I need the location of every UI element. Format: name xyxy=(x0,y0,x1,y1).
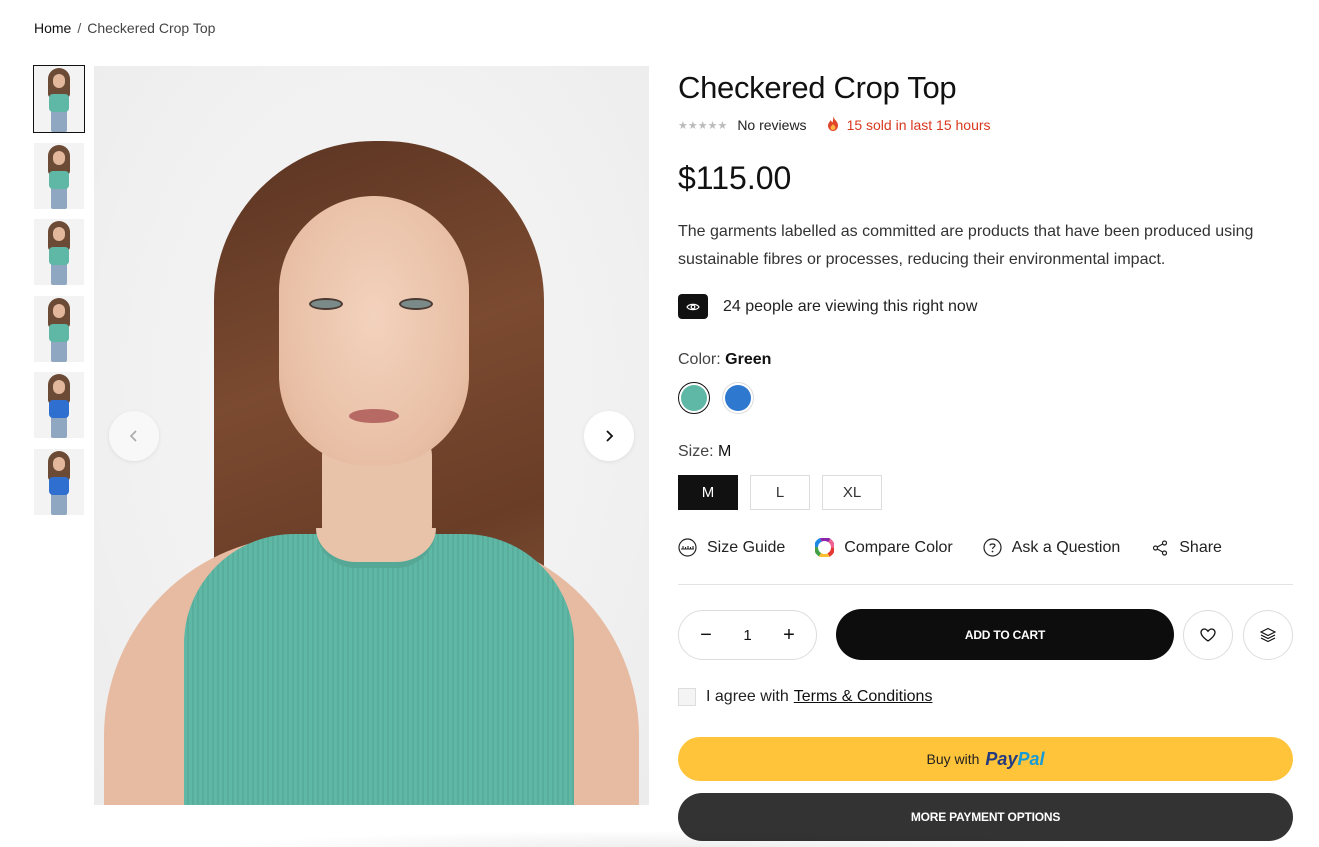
size-option-l[interactable]: L xyxy=(750,475,810,510)
paypal-button[interactable]: Buy with PayPal xyxy=(678,737,1293,781)
color-selected-value: Green xyxy=(725,351,772,368)
size-option-xl[interactable]: XL xyxy=(822,475,882,510)
gallery-next-button[interactable] xyxy=(584,411,634,461)
size-label-row: Size: M xyxy=(678,443,731,461)
plus-icon[interactable]: + xyxy=(780,624,798,647)
compare-color-link[interactable]: Compare Color xyxy=(815,538,953,557)
section-divider xyxy=(678,584,1293,585)
thumbnail-face xyxy=(53,380,65,395)
quantity-value[interactable]: 1 xyxy=(743,627,751,644)
live-viewers: 24 people are viewing this right now xyxy=(678,294,977,319)
compare-color-label: Compare Color xyxy=(844,538,953,556)
thumbnail-face xyxy=(53,303,65,318)
bottom-shadow xyxy=(200,830,1160,847)
thumbnail-top xyxy=(49,170,69,189)
chevron-left-icon xyxy=(129,430,137,442)
share-link[interactable]: Share xyxy=(1150,538,1222,557)
color-swatch-green[interactable] xyxy=(678,382,710,414)
product-description: The garments labelled as committed are p… xyxy=(678,223,1254,268)
color-swatch-dot xyxy=(725,385,751,411)
gallery-thumbnail[interactable] xyxy=(34,219,84,286)
quantity-stepper: − 1 + xyxy=(678,610,817,660)
paypal-logo-pay: Pay xyxy=(985,748,1018,769)
color-swatches xyxy=(678,382,754,414)
ask-question-label: Ask a Question xyxy=(1011,538,1121,556)
size-guide-label: Size Guide xyxy=(707,538,786,556)
breadcrumb-home-link[interactable]: Home xyxy=(34,20,71,36)
terms-link[interactable]: Terms & Conditions xyxy=(794,688,933,706)
terms-checkbox[interactable] xyxy=(678,688,696,706)
color-label: Color: xyxy=(678,351,721,368)
layers-icon xyxy=(1260,627,1276,643)
product-action-links: Size Guide Compare Color Ask a Question xyxy=(678,538,1252,557)
reviews-count[interactable]: No reviews xyxy=(737,117,806,133)
main-product-image xyxy=(94,66,649,805)
paypal-logo: PayPal xyxy=(985,749,1044,770)
thumbnail-face xyxy=(53,150,65,165)
agree-text: I agree with xyxy=(706,688,789,705)
breadcrumb-separator: / xyxy=(77,20,82,36)
minus-icon[interactable]: − xyxy=(697,624,715,647)
live-viewers-text: 24 people are viewing this right now xyxy=(723,297,978,315)
thumbnail-jeans xyxy=(51,186,67,209)
thumbnail-face xyxy=(53,227,65,242)
terms-agreement: I agree with Terms & Conditions xyxy=(678,688,932,706)
paypal-buy-with: Buy with xyxy=(926,751,980,767)
size-label: Size: xyxy=(678,443,714,460)
gallery-thumbnail[interactable] xyxy=(34,142,84,209)
thumbnail-jeans xyxy=(51,339,67,362)
wishlist-button[interactable] xyxy=(1183,610,1233,660)
size-selected-value: M xyxy=(718,443,732,460)
size-option-m[interactable]: M xyxy=(678,475,738,510)
paypal-logo-pal: Pal xyxy=(1017,748,1045,769)
product-price: $115.00 xyxy=(678,160,792,196)
add-to-cart-button[interactable]: ADD TO CART xyxy=(836,609,1174,660)
color-swatch-dot xyxy=(681,385,707,411)
question-circle-icon xyxy=(983,538,1002,557)
image-crop-top xyxy=(184,534,574,805)
ruler-icon xyxy=(678,538,697,557)
image-eye-right xyxy=(399,298,433,310)
share-label: Share xyxy=(1179,538,1222,556)
gallery-thumbnail[interactable] xyxy=(34,448,84,515)
rating-stars[interactable]: ★★★★★ xyxy=(678,119,727,132)
chevron-right-icon xyxy=(606,430,614,442)
breadcrumb-current: Checkered Crop Top xyxy=(87,20,216,36)
share-icon xyxy=(1150,538,1169,557)
gallery-thumbnail[interactable] xyxy=(34,295,84,362)
heart-icon xyxy=(1200,628,1216,642)
image-face xyxy=(279,196,469,466)
image-eye-left xyxy=(309,298,343,310)
thumbnail-jeans xyxy=(51,492,67,515)
thumbnail-jeans xyxy=(51,416,67,439)
thumbnail-jeans xyxy=(51,263,67,286)
eye-icon xyxy=(678,294,708,319)
compare-button[interactable] xyxy=(1243,610,1293,660)
product-meta: ★★★★★ No reviews 15 sold in last 15 hour… xyxy=(678,116,991,134)
size-guide-link[interactable]: Size Guide xyxy=(678,538,785,557)
thumbnail-top xyxy=(49,94,69,112)
product-title: Checkered Crop Top xyxy=(678,70,957,105)
ask-question-link[interactable]: Ask a Question xyxy=(983,538,1121,557)
thumbnail-top xyxy=(49,323,69,342)
gallery-thumbnail[interactable] xyxy=(34,372,84,439)
thumbnail-jeans xyxy=(51,110,67,132)
fire-icon xyxy=(827,116,839,134)
thumbnail-face xyxy=(53,74,65,88)
thumbnail-face xyxy=(53,456,65,471)
size-options: M L XL xyxy=(678,475,882,510)
breadcrumb: Home / Checkered Crop Top xyxy=(34,20,215,36)
thumbnail-top xyxy=(49,400,69,419)
gallery-prev-button[interactable] xyxy=(109,411,159,461)
thumbnail-top xyxy=(49,476,69,495)
color-wheel-icon xyxy=(815,538,835,557)
color-swatch-blue[interactable] xyxy=(722,382,754,414)
thumbnail-top xyxy=(49,247,69,266)
thumbnail-list xyxy=(33,65,85,526)
color-label-row: Color: Green xyxy=(678,351,771,369)
gallery-thumbnail[interactable] xyxy=(33,65,85,133)
sold-count: 15 sold in last 15 hours xyxy=(846,117,991,133)
image-lips xyxy=(349,409,399,423)
